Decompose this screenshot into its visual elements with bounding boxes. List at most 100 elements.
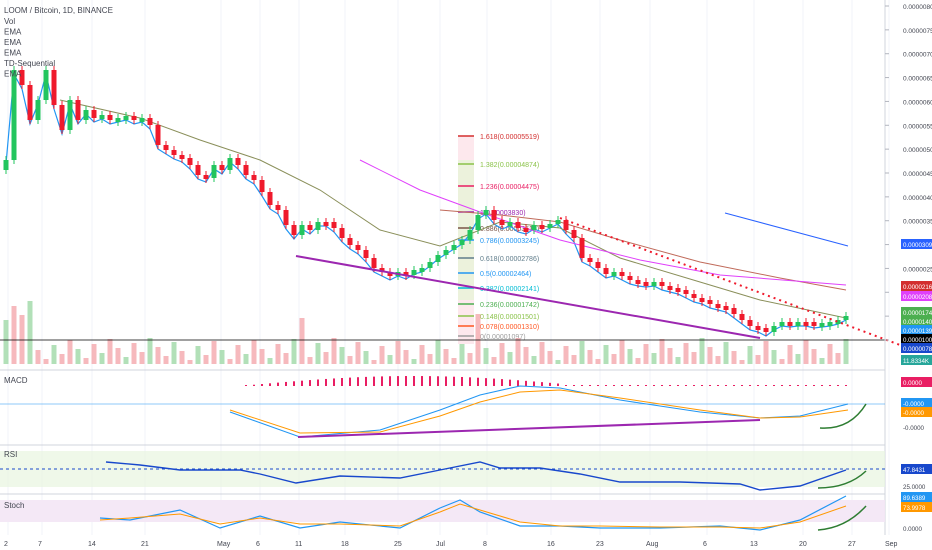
candle-body [363,250,369,258]
candle-body [627,276,633,280]
macd-histogram-bar [277,382,279,386]
macd-histogram-bar [317,379,319,386]
indicator-label[interactable]: TD-Sequential [4,59,55,68]
fib-level-label: 1.382(0.00004874) [480,162,539,169]
volume-bar [187,360,193,364]
macd-histogram-bar [645,385,647,386]
candle-body [731,308,737,314]
macd-histogram-bar [285,381,287,386]
macd-histogram-bar [245,385,247,386]
volume-bar [123,357,129,364]
volume-bar [819,358,825,364]
volume-bar [491,357,497,364]
indicator-label[interactable]: Vol [4,17,15,26]
chart-canvas[interactable]: 1.618(0.00005519) 1.382(0.00004874) 1.236(… [0,0,932,550]
macd-histogram-bar [397,376,399,386]
volume-bar [651,353,657,364]
volume-bar [755,355,761,364]
time-tick-label: Jul [436,541,445,548]
macd-histogram-bar [765,385,767,386]
candle-body [227,158,233,170]
volume-bar [739,360,745,364]
macd-histogram-bar [621,385,623,386]
candle-body [739,314,745,320]
volume-bar [795,354,801,364]
candle-body [563,220,569,230]
candle-body [43,70,49,100]
macd-histogram-bar [301,380,303,386]
volume-bar [267,358,273,364]
macd-histogram-bar [773,385,775,386]
volume-bar [155,347,161,364]
macd-histogram-bar [845,385,847,386]
macd-histogram-bar [357,377,359,386]
volume-bar [523,347,529,364]
candle-body [371,258,377,268]
macd-histogram-bar [565,385,567,386]
volume-bar [779,359,785,364]
candle-body [307,225,313,230]
time-tick-label: 6 [256,541,260,548]
macd-histogram-bar [373,376,375,386]
candle-body [91,110,97,118]
candle-body [347,238,353,245]
volume-bar [715,356,721,364]
price-tick-label: 0.00000700 [903,52,932,59]
price-tick-label: 0.00000450 [903,171,932,178]
candle-body [115,118,121,122]
candle-body [339,228,345,238]
macd-histogram-bar [469,377,471,386]
macd-histogram-bar [701,385,703,386]
volume-bar [419,345,425,364]
macd-histogram-bar [325,378,327,386]
macd-histogram-bar [269,383,271,386]
price-badge-text: 0.00001399 [903,328,932,335]
candle-body [507,222,513,226]
volume-bar [275,344,281,364]
volume-bar [251,340,257,364]
candle-body [523,228,529,232]
candle-body [699,298,705,302]
volume-bar [3,320,9,364]
volume-bar [531,356,537,364]
volume-bar [683,343,689,364]
indicator-label[interactable]: EMA [4,70,22,79]
volume-bar [203,355,209,364]
time-tick-label: 2 [4,541,8,548]
pane-badge-text: 73.9978 [903,505,926,512]
candle-body [467,230,473,240]
macd-histogram-bar [413,376,415,386]
macd-histogram-bar [485,378,487,386]
macd-histogram-bar [805,385,807,386]
macd-histogram-bar [493,378,495,386]
macd-histogram-bar [541,382,543,386]
candle-body [811,322,817,326]
volume-bar [211,341,217,364]
candle-body [99,115,105,119]
candle-body [531,225,537,230]
volume-bar [291,339,297,364]
time-tick-label: 6 [703,541,707,548]
macd-histogram-bar [653,385,655,386]
macd-histogram-bar [821,385,823,386]
volume-bar [539,342,545,364]
candle-body [515,222,521,228]
volume-bar [459,344,465,364]
candle-body [187,158,193,165]
candle-body [683,290,689,294]
macd-histogram-bar [333,378,335,386]
candle-body [603,268,609,274]
candle-body [251,175,257,180]
candle-body [243,165,249,175]
fib-level-label: 0.786(0.00003245) [480,238,539,245]
price-tick-label: 0.00000550 [903,123,932,130]
volume-bar [11,306,17,364]
candle-body [283,210,289,225]
indicator-label[interactable]: EMA [4,28,22,37]
volume-bar [443,349,449,364]
indicator-label[interactable]: EMA [4,38,22,47]
indicator-label[interactable]: EMA [4,49,22,58]
volume-bar [403,350,409,364]
price-tick-label: 0.00000800 [903,4,932,11]
price-badge-text: 0.00000789 [903,346,932,353]
